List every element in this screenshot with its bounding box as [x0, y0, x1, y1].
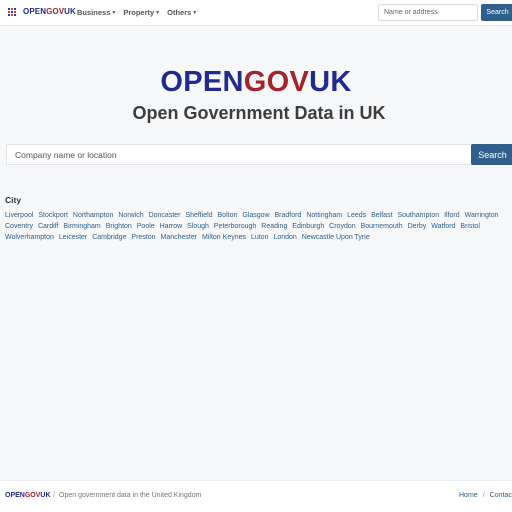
- nav-item-label: Others: [167, 8, 192, 17]
- footer-brand[interactable]: OPENGOVUK: [5, 492, 51, 499]
- grid-dot: [14, 8, 16, 10]
- brand-logo-part3: UK: [64, 7, 76, 16]
- caret-down-icon: ▼: [111, 10, 117, 16]
- footer-description: Open government data in the United Kingd…: [59, 492, 202, 499]
- city-link[interactable]: Sheffield: [185, 212, 212, 219]
- hero-logo: OPENGOVUK: [0, 66, 512, 99]
- hero-tagline: Open Government Data in UK: [132, 103, 386, 123]
- city-link[interactable]: Bolton: [218, 212, 238, 219]
- city-link[interactable]: Bristol: [460, 223, 479, 230]
- grid-dot: [14, 11, 16, 13]
- hero-logo-part2: GOV: [243, 66, 310, 98]
- nav-item-business[interactable]: Business▼: [77, 8, 116, 17]
- nav-item-label: Property: [123, 8, 155, 17]
- nav-menu: Business▼ Property▼ Others▼: [77, 8, 197, 17]
- nav-item-label: Business: [77, 8, 111, 17]
- city-link[interactable]: Luton: [251, 234, 269, 241]
- city-link[interactable]: Derby: [408, 223, 427, 230]
- nav-item-property[interactable]: Property▼: [123, 8, 160, 17]
- city-link[interactable]: Harrow: [160, 223, 183, 230]
- footer-link-separator: /: [482, 492, 485, 499]
- city-link[interactable]: Leeds: [347, 212, 366, 219]
- footer: OPENGOVUK / Open government data in the …: [0, 480, 512, 512]
- grid-dot: [8, 11, 10, 13]
- city-link[interactable]: Edinburgh: [292, 223, 324, 230]
- footer-link-contact[interactable]: Contac: [490, 492, 512, 499]
- city-link[interactable]: Northampton: [73, 212, 113, 219]
- city-link[interactable]: Cambridge: [92, 234, 126, 241]
- city-link[interactable]: Glasgow: [242, 212, 269, 219]
- city-link[interactable]: Warrington: [465, 212, 499, 219]
- city-link[interactable]: Southampton: [397, 212, 439, 219]
- hero-logo-part3: UK: [309, 66, 352, 98]
- footer-link-home[interactable]: Home: [459, 492, 478, 499]
- city-link[interactable]: Belfast: [371, 212, 392, 219]
- nav-search-button[interactable]: Search: [481, 4, 512, 21]
- main-search-input[interactable]: [6, 144, 472, 165]
- nav-search-input[interactable]: [378, 4, 478, 21]
- city-link[interactable]: Wolverhampton: [5, 234, 54, 241]
- city-link[interactable]: Watford: [431, 223, 455, 230]
- city-link[interactable]: Norwich: [118, 212, 143, 219]
- grid-dot: [11, 8, 13, 10]
- city-link[interactable]: Reading: [261, 223, 287, 230]
- city-link[interactable]: Poole: [137, 223, 155, 230]
- city-link[interactable]: London: [273, 234, 296, 241]
- footer-links: Home / Contac: [459, 492, 512, 499]
- city-link[interactable]: Bournemouth: [361, 223, 403, 230]
- city-link[interactable]: Peterborough: [214, 223, 256, 230]
- city-link[interactable]: Slough: [187, 223, 209, 230]
- footer-separator: /: [53, 492, 55, 499]
- city-link[interactable]: Brighton: [106, 223, 132, 230]
- top-navbar: OPENGOVUK Business▼ Property▼ Others▼ Se…: [0, 0, 512, 26]
- footer-brand-part1: OPEN: [5, 492, 25, 499]
- city-link[interactable]: Ilford: [444, 212, 460, 219]
- brand-logo-part1: OPEN: [23, 7, 47, 16]
- caret-down-icon: ▼: [155, 10, 161, 16]
- main-search-button[interactable]: Search: [471, 144, 512, 165]
- city-link[interactable]: Newcastle Upon Tyne: [302, 234, 370, 241]
- city-link[interactable]: Bradford: [275, 212, 302, 219]
- city-link[interactable]: Croydon: [329, 223, 355, 230]
- hero-logo-part1: OPEN: [160, 66, 244, 98]
- city-link[interactable]: Doncaster: [149, 212, 181, 219]
- city-link[interactable]: Milton Keynes: [202, 234, 246, 241]
- city-link[interactable]: Preston: [131, 234, 155, 241]
- footer-brand-part2: GOV: [24, 492, 41, 499]
- nav-item-others[interactable]: Others▼: [167, 8, 197, 17]
- city-link[interactable]: Coventry: [5, 223, 33, 230]
- caret-down-icon: ▼: [192, 10, 198, 16]
- city-link[interactable]: Stockport: [38, 212, 68, 219]
- city-link[interactable]: Manchester: [161, 234, 198, 241]
- city-link[interactable]: Nottingham: [306, 212, 342, 219]
- city-link[interactable]: Leicester: [59, 234, 87, 241]
- brand-logo[interactable]: OPENGOVUK: [23, 7, 76, 16]
- grid-dot: [11, 11, 13, 13]
- grid-dot: [11, 14, 13, 16]
- main-search-bar: Search: [6, 144, 512, 165]
- brand-logo-part2: GOV: [46, 7, 65, 16]
- grid-dot: [8, 14, 10, 16]
- grid-dot: [8, 8, 10, 10]
- city-link[interactable]: Cardiff: [38, 223, 59, 230]
- city-link[interactable]: Liverpool: [5, 212, 33, 219]
- footer-brand-part3: UK: [40, 492, 51, 499]
- grid-dots-icon[interactable]: [8, 8, 17, 17]
- city-list: Liverpool Stockport Northampton Norwich …: [5, 210, 510, 243]
- city-link[interactable]: Birmingham: [63, 223, 100, 230]
- city-heading: City: [5, 195, 22, 205]
- grid-dot: [14, 14, 16, 16]
